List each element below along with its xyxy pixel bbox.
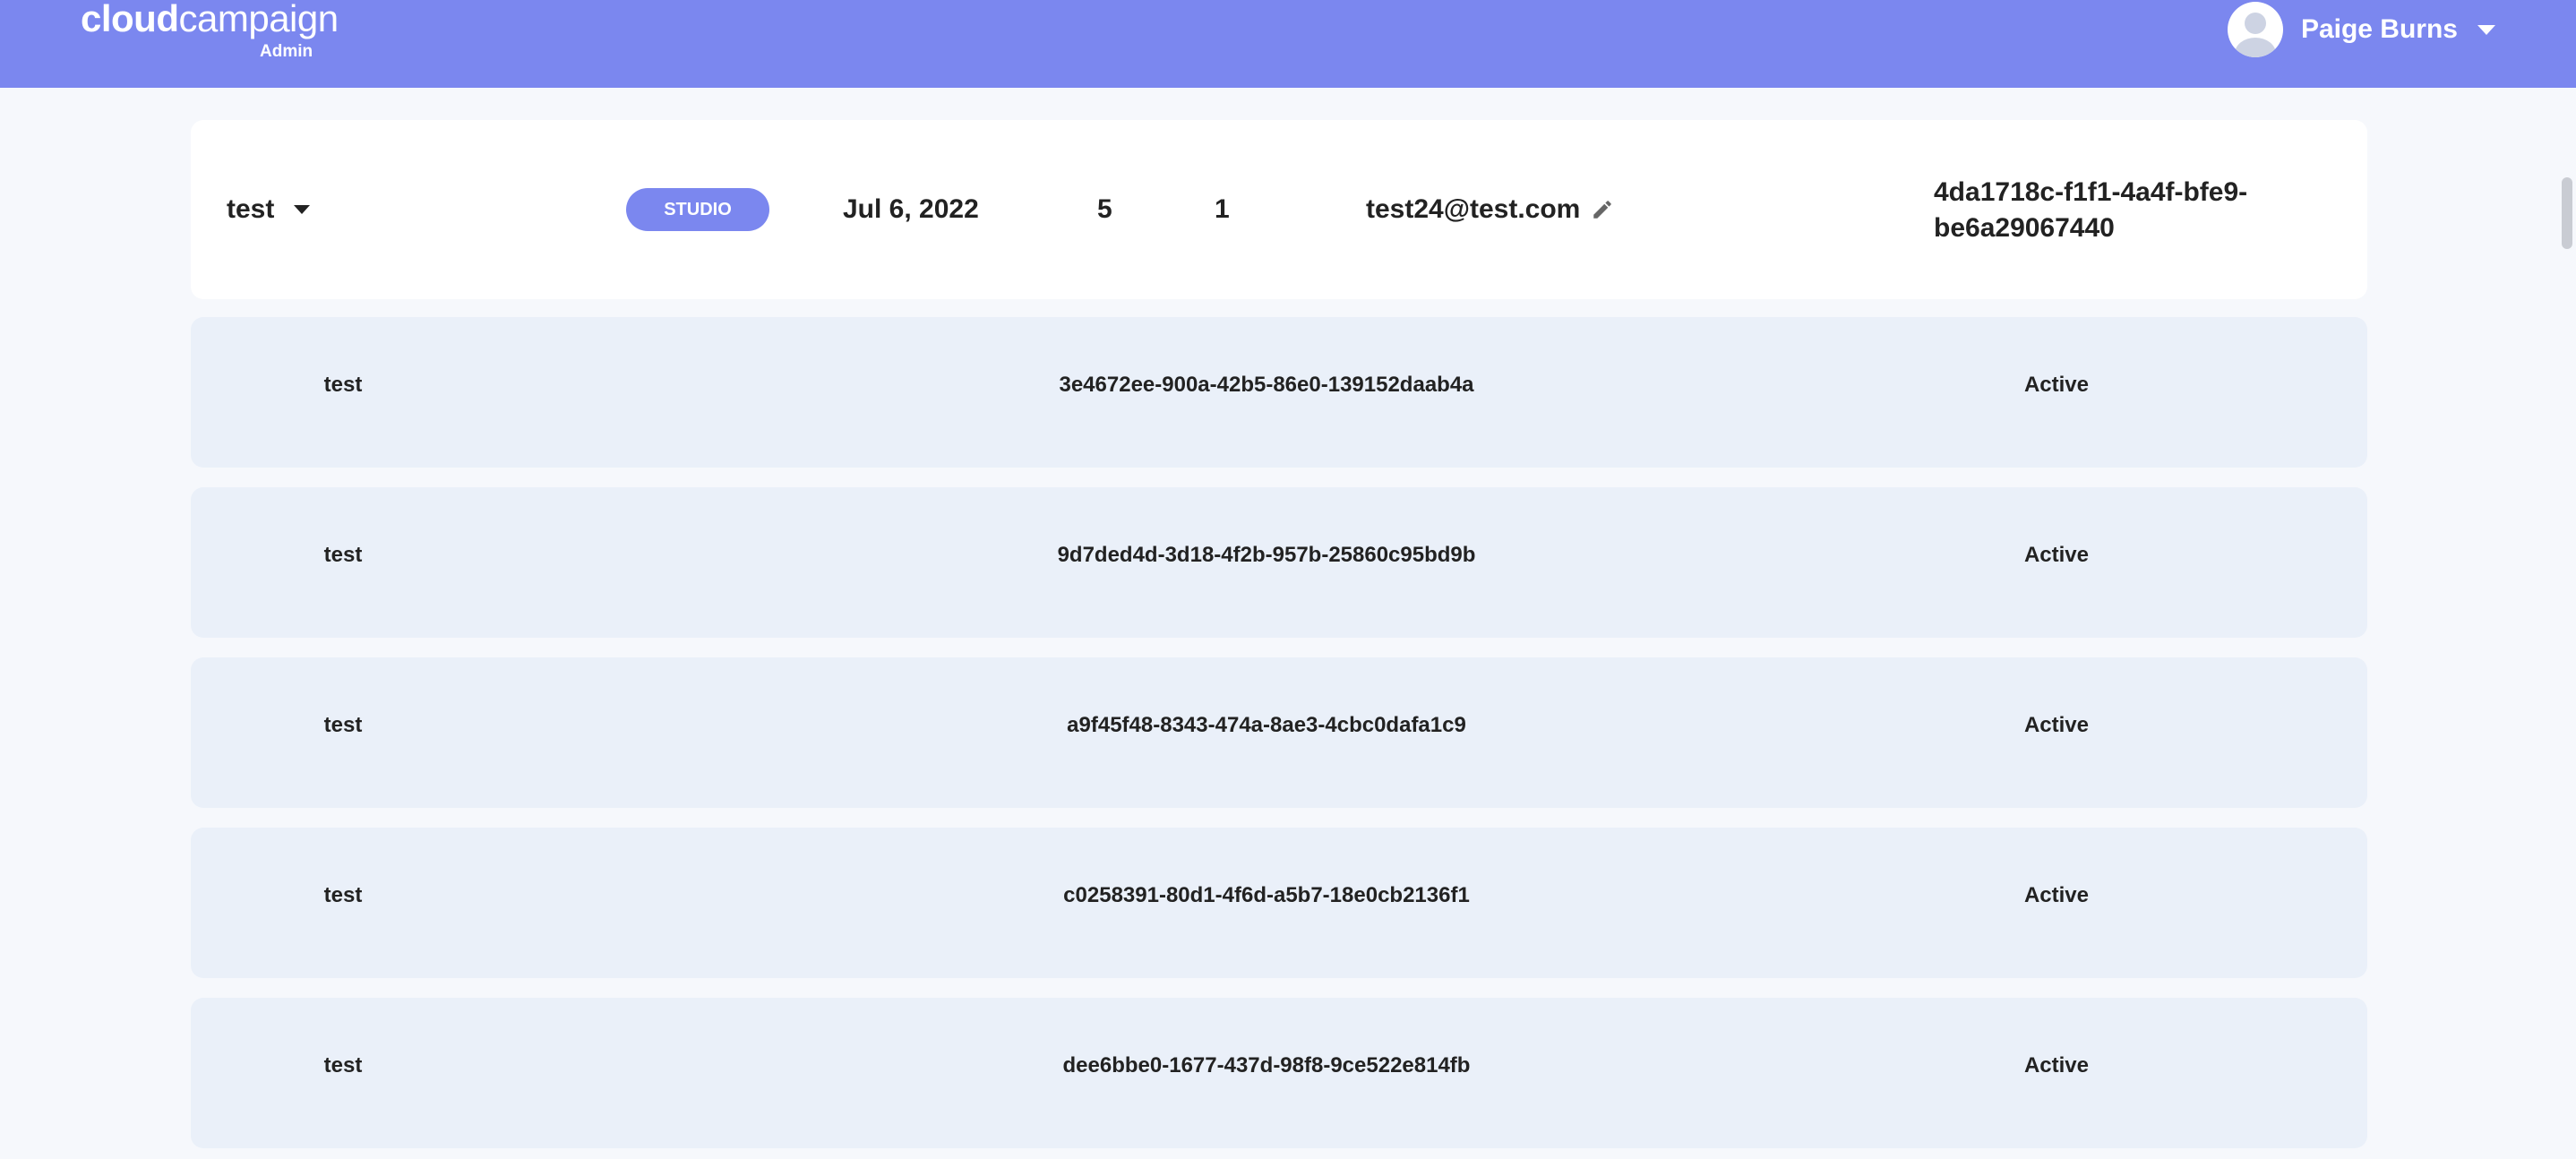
table-row[interactable]: test dee6bbe0-1677-437d-98f8-9ce522e814f… bbox=[191, 998, 2367, 1148]
status-text: Active bbox=[2023, 883, 2090, 907]
status-text: Active bbox=[2023, 1053, 2090, 1077]
table-row[interactable]: test a9f45f48-8343-474a-8ae3-4cbc0dafa1c… bbox=[191, 657, 2367, 808]
logo-wordmark: cloudcampaign bbox=[81, 0, 339, 38]
avatar bbox=[2227, 2, 2283, 57]
sub-account-id: dee6bbe0-1677-437d-98f8-9ce522e814fb bbox=[1062, 1053, 1471, 1077]
organization-email: test24@test.com bbox=[1366, 194, 1614, 225]
sub-account-name: test bbox=[323, 373, 363, 397]
user-menu[interactable]: Paige Burns bbox=[2227, 2, 2495, 57]
chevron-down-icon[interactable] bbox=[2477, 24, 2495, 35]
sub-account-name: test bbox=[323, 1053, 363, 1077]
organization-date: Jul 6, 2022 bbox=[843, 194, 979, 224]
avatar-head-shape bbox=[2244, 13, 2266, 34]
sub-account-name: test bbox=[323, 713, 363, 737]
table-row[interactable]: test c0258391-80d1-4f6d-a5b7-18e0cb2136f… bbox=[191, 828, 2367, 978]
organization-name: test bbox=[227, 194, 275, 224]
avatar-body-shape bbox=[2234, 38, 2276, 57]
table-row[interactable]: test 3e4672ee-900a-42b5-86e0-139152daab4… bbox=[191, 317, 2367, 468]
user-name: Paige Burns bbox=[2300, 14, 2458, 44]
sub-account-id: a9f45f48-8343-474a-8ae3-4cbc0dafa1c9 bbox=[1067, 713, 1466, 737]
table-row[interactable]: test 9d7ded4d-3d18-4f2b-957b-25860c95bd9… bbox=[191, 487, 2367, 638]
scrollbar[interactable] bbox=[2558, 88, 2576, 1159]
logo-word-cloud: cloud bbox=[81, 0, 179, 39]
chevron-down-icon[interactable] bbox=[294, 205, 311, 214]
status-text: Active bbox=[2023, 373, 2090, 397]
sub-account-name: test bbox=[323, 883, 363, 907]
logo-word-campaign: campaign bbox=[178, 0, 339, 39]
plan-badge: STUDIO bbox=[626, 188, 769, 231]
status-text: Active bbox=[2023, 543, 2090, 567]
sub-account-name: test bbox=[323, 543, 363, 567]
organization-id: 4da1718c-f1f1-4a4f-bfe9-be6a29067440 bbox=[1934, 177, 2248, 243]
organization-email-text: test24@test.com bbox=[1366, 194, 1581, 224]
sub-account-id: 9d7ded4d-3d18-4f2b-957b-25860c95bd9b bbox=[1057, 543, 1476, 567]
organization-dropdown[interactable]: test bbox=[227, 194, 311, 225]
top-navigation-bar: cloudcampaign Admin Paige Burns bbox=[0, 0, 2576, 88]
logo-admin-label: Admin bbox=[260, 42, 313, 61]
organization-card: test STUDIO Jul 6, 2022 5 1 test24@test.… bbox=[191, 120, 2367, 299]
pencil-icon[interactable] bbox=[1591, 198, 1614, 221]
organization-count-primary: 5 bbox=[1097, 194, 1112, 224]
organization-count-secondary: 1 bbox=[1215, 194, 1230, 224]
sub-account-id: c0258391-80d1-4f6d-a5b7-18e0cb2136f1 bbox=[1063, 883, 1470, 907]
scrollbar-thumb[interactable] bbox=[2562, 177, 2572, 249]
cloudcampaign-logo[interactable]: cloudcampaign Admin bbox=[81, 0, 339, 60]
sub-account-id: 3e4672ee-900a-42b5-86e0-139152daab4a bbox=[1059, 373, 1474, 397]
status-text: Active bbox=[2023, 713, 2090, 737]
